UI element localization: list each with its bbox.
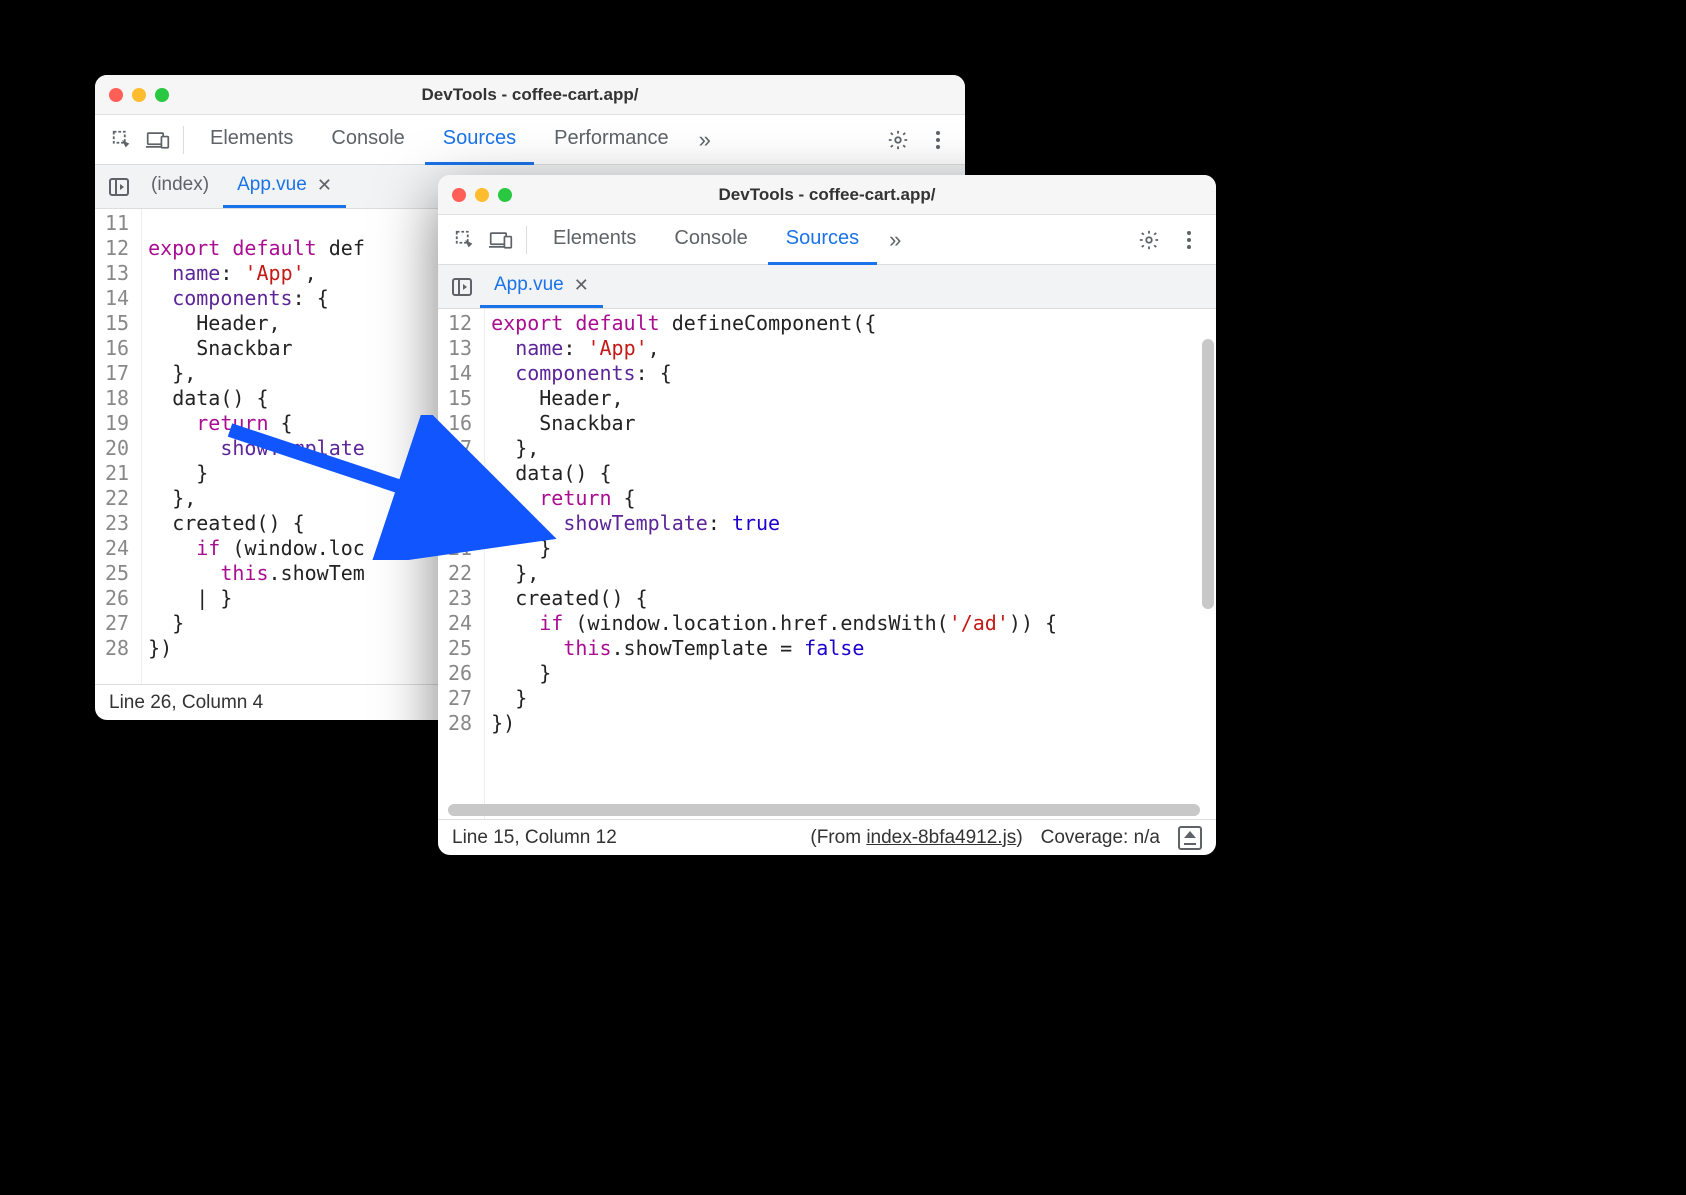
scrollbar-horizontal[interactable] xyxy=(448,804,1200,816)
file-tab-label: App.vue xyxy=(237,174,307,196)
more-tabs-icon[interactable]: » xyxy=(689,127,718,153)
source-map-from: (From index-8bfa4912.js) xyxy=(810,827,1022,849)
cursor-position: Line 15, Column 12 xyxy=(452,827,617,849)
close-tab-icon[interactable]: ✕ xyxy=(317,175,332,196)
file-tabs-bar: App.vue ✕ xyxy=(438,265,1216,309)
close-tab-icon[interactable]: ✕ xyxy=(574,275,589,296)
cursor-position: Line 26, Column 4 xyxy=(109,692,263,714)
window-close-button[interactable] xyxy=(452,188,466,202)
tab-elements[interactable]: Elements xyxy=(535,215,654,265)
show-drawer-icon[interactable] xyxy=(1178,826,1202,850)
status-bar: Line 15, Column 12 (From index-8bfa4912.… xyxy=(438,819,1216,855)
line-gutter: 1213141516171819202122232425262728 xyxy=(438,309,485,819)
kebab-menu-icon[interactable] xyxy=(921,123,955,157)
window-zoom-button[interactable] xyxy=(155,88,169,102)
main-toolbar: Elements Console Sources » xyxy=(438,215,1216,265)
coverage-status: Coverage: n/a xyxy=(1041,827,1160,849)
kebab-menu-icon[interactable] xyxy=(1172,223,1206,257)
device-toggle-icon[interactable] xyxy=(141,123,175,157)
inspect-element-icon[interactable] xyxy=(105,123,139,157)
tab-performance[interactable]: Performance xyxy=(536,115,687,165)
traffic-lights xyxy=(452,188,512,202)
more-tabs-icon[interactable]: » xyxy=(879,227,908,253)
settings-gear-icon[interactable] xyxy=(881,123,915,157)
window-minimize-button[interactable] xyxy=(132,88,146,102)
window-title: DevTools - coffee-cart.app/ xyxy=(422,85,639,105)
main-toolbar: Elements Console Sources Performance » xyxy=(95,115,965,165)
window-minimize-button[interactable] xyxy=(475,188,489,202)
toolbar-separator xyxy=(526,226,527,254)
scrollbar-vertical[interactable] xyxy=(1202,339,1214,609)
file-tab-label: App.vue xyxy=(494,274,564,296)
tab-sources[interactable]: Sources xyxy=(768,215,877,265)
window-title: DevTools - coffee-cart.app/ xyxy=(719,185,936,205)
window-zoom-button[interactable] xyxy=(498,188,512,202)
tab-console[interactable]: Console xyxy=(313,115,422,165)
tab-elements[interactable]: Elements xyxy=(192,115,311,165)
titlebar[interactable]: DevTools - coffee-cart.app/ xyxy=(438,175,1216,215)
source-map-link[interactable]: index-8bfa4912.js xyxy=(866,827,1016,848)
file-tab-label: (index) xyxy=(151,174,209,196)
navigator-toggle-icon[interactable] xyxy=(444,265,480,308)
device-toggle-icon[interactable] xyxy=(484,223,518,257)
code-content[interactable]: export default defineComponent({ name: '… xyxy=(485,309,1216,819)
file-tab-app-vue[interactable]: App.vue ✕ xyxy=(480,265,603,308)
inspect-element-icon[interactable] xyxy=(448,223,482,257)
traffic-lights xyxy=(109,88,169,102)
file-tab-index[interactable]: (index) xyxy=(137,165,223,208)
line-gutter: 111213141516171819202122232425262728 xyxy=(95,209,142,684)
toolbar-separator xyxy=(183,126,184,154)
settings-gear-icon[interactable] xyxy=(1132,223,1166,257)
tab-sources[interactable]: Sources xyxy=(425,115,534,165)
navigator-toggle-icon[interactable] xyxy=(101,165,137,208)
code-editor[interactable]: 1213141516171819202122232425262728 expor… xyxy=(438,309,1216,819)
file-tab-app-vue[interactable]: App.vue ✕ xyxy=(223,165,346,208)
titlebar[interactable]: DevTools - coffee-cart.app/ xyxy=(95,75,965,115)
tab-console[interactable]: Console xyxy=(656,215,765,265)
devtools-window-front: DevTools - coffee-cart.app/ Elements Con… xyxy=(438,175,1216,855)
window-close-button[interactable] xyxy=(109,88,123,102)
